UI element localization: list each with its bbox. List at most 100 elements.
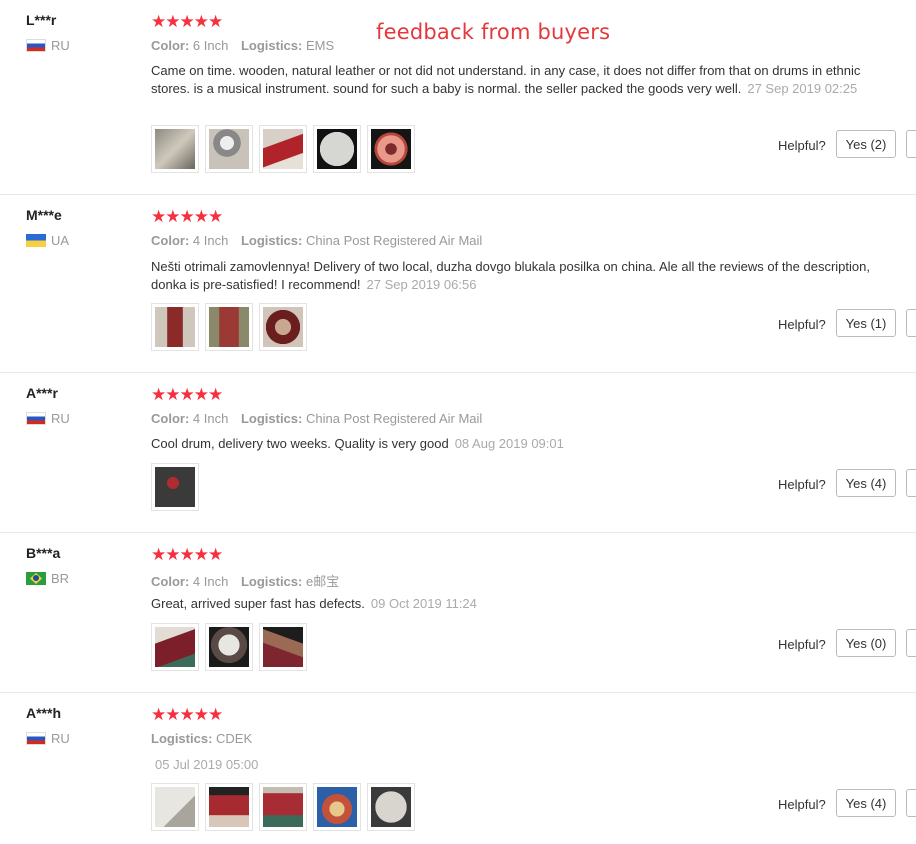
review-meta: Color: 4 Inch Logistics: China Post Regi… <box>151 411 491 426</box>
review-photos <box>151 125 415 173</box>
review-photos <box>151 303 307 351</box>
helpful-yes-button[interactable]: Yes (4) <box>836 789 896 817</box>
star-rating: ★★★★★ <box>151 12 223 31</box>
review-meta: Color: 4 Inch Logistics: China Post Regi… <box>151 233 491 248</box>
buyer-country: UA <box>26 233 69 248</box>
helpful-no-button[interactable] <box>906 469 916 497</box>
review-photo[interactable] <box>259 125 307 173</box>
review-photo[interactable] <box>259 303 307 351</box>
flag-icon <box>26 412 46 425</box>
logistics-value: China Post Registered Air Mail <box>305 233 483 248</box>
logistics-label: Logistics: <box>240 411 303 426</box>
review-photo[interactable] <box>151 623 199 671</box>
helpful-yes-button[interactable]: Yes (2) <box>836 130 896 158</box>
buyer-country: RU <box>26 38 70 53</box>
buyer-name: B***a <box>26 545 61 561</box>
review-text: Came on time. wooden, natural leather or… <box>151 62 881 98</box>
review-body: Cool drum, delivery two weeks. Quality i… <box>151 436 449 451</box>
buyer-country: BR <box>26 571 69 586</box>
helpful-no-button[interactable] <box>906 130 916 158</box>
country-code: RU <box>51 731 70 746</box>
review-photos <box>151 623 307 671</box>
helpful-yes-button[interactable]: Yes (0) <box>836 629 896 657</box>
review-photo[interactable] <box>205 783 253 831</box>
flag-icon <box>26 572 46 585</box>
review-meta: Color: 6 Inch Logistics: EMS <box>151 38 343 53</box>
buyer-country: RU <box>26 411 70 426</box>
helpful-label: Helpful? <box>778 797 826 812</box>
color-label: Color: <box>151 411 190 426</box>
review-photo[interactable] <box>367 125 415 173</box>
review-photo[interactable] <box>151 303 199 351</box>
review-date: 27 Sep 2019 06:56 <box>366 277 477 292</box>
color-value: 4 Inch <box>192 574 229 589</box>
review-photo[interactable] <box>151 125 199 173</box>
review-photo[interactable] <box>259 623 307 671</box>
helpful-yes-button[interactable]: Yes (4) <box>836 469 896 497</box>
review-photo[interactable] <box>205 303 253 351</box>
country-code: RU <box>51 411 70 426</box>
color-value: 4 Inch <box>192 411 229 426</box>
review-date: 09 Oct 2019 11:24 <box>370 596 477 611</box>
logistics-label: Logistics: <box>240 574 303 589</box>
buyer-name: A***r <box>26 385 58 401</box>
review-photo[interactable] <box>313 125 361 173</box>
review-photos <box>151 783 415 831</box>
country-code: BR <box>51 571 70 586</box>
review-body: Nešti otrimali zamovlennya! Delivery of … <box>151 259 870 292</box>
review-photo[interactable] <box>151 463 199 511</box>
review-item: B***a BR ★★★★★ Color: 4 Inch Logistics: … <box>0 533 916 693</box>
review-text: Cool drum, delivery two weeks. Quality i… <box>151 435 881 453</box>
flag-icon <box>26 39 46 52</box>
flag-icon <box>26 234 46 247</box>
review-text: Great, arrived super fast has defects. 09… <box>151 595 881 613</box>
review-date: 08 Aug 2019 09:01 <box>454 436 564 451</box>
flag-icon <box>26 732 46 745</box>
logistics-label: Logistics: <box>240 38 303 53</box>
review-photo[interactable] <box>367 783 415 831</box>
helpful-no-button[interactable] <box>906 309 916 337</box>
star-rating: ★★★★★ <box>151 385 223 404</box>
logistics-value: EMS <box>305 38 335 53</box>
helpful-label: Helpful? <box>778 477 826 492</box>
color-value: 4 Inch <box>192 233 229 248</box>
review-photo[interactable] <box>259 783 307 831</box>
review-photos <box>151 463 199 511</box>
buyer-name: M***e <box>26 207 62 223</box>
helpful-label: Helpful? <box>778 317 826 332</box>
country-code: UA <box>51 233 70 248</box>
review-photo[interactable] <box>205 125 253 173</box>
helpful-label: Helpful? <box>778 138 826 153</box>
buyer-country: RU <box>26 731 70 746</box>
helpful-no-button[interactable] <box>906 789 916 817</box>
review-photo[interactable] <box>205 623 253 671</box>
logistics-label: Logistics: <box>240 233 303 248</box>
review-photo[interactable] <box>313 783 361 831</box>
star-rating: ★★★★★ <box>151 705 223 724</box>
logistics-value: e邮宝 <box>305 574 340 589</box>
logistics-label: Logistics: <box>151 731 213 746</box>
review-text: 05 Jul 2019 05:00 <box>155 756 885 774</box>
logistics-value: CDEK <box>216 731 253 746</box>
review-date: 05 Jul 2019 05:00 <box>155 757 259 772</box>
review-date: 27 Sep 2019 02:25 <box>747 81 858 96</box>
helpful-yes-button[interactable]: Yes (1) <box>836 309 896 337</box>
logistics-value: China Post Registered Air Mail <box>305 411 483 426</box>
color-value: 6 Inch <box>192 38 229 53</box>
buyer-name: A***h <box>26 705 62 721</box>
review-meta: Logistics: CDEK <box>151 731 261 746</box>
review-meta: Color: 4 Inch Logistics: e邮宝 <box>151 571 348 590</box>
helpful-no-button[interactable] <box>906 629 916 657</box>
color-label: Color: <box>151 38 190 53</box>
country-code: RU <box>51 38 70 53</box>
star-rating: ★★★★★ <box>151 207 223 226</box>
review-text: Nešti otrimali zamovlennya! Delivery of … <box>151 258 881 294</box>
buyer-name: L***r <box>26 12 57 28</box>
color-label: Color: <box>151 574 190 589</box>
review-item: L***r RU ★★★★★ Color: 6 Inch Logistics: … <box>0 0 916 195</box>
review-photo[interactable] <box>151 783 199 831</box>
color-label: Color: <box>151 233 190 248</box>
review-item: A***h RU ★★★★★ Logistics: CDEK 05 Jul 20… <box>0 693 916 844</box>
star-rating: ★★★★★ <box>151 545 223 564</box>
review-item: M***e UA ★★★★★ Color: 4 Inch Logistics: … <box>0 195 916 373</box>
